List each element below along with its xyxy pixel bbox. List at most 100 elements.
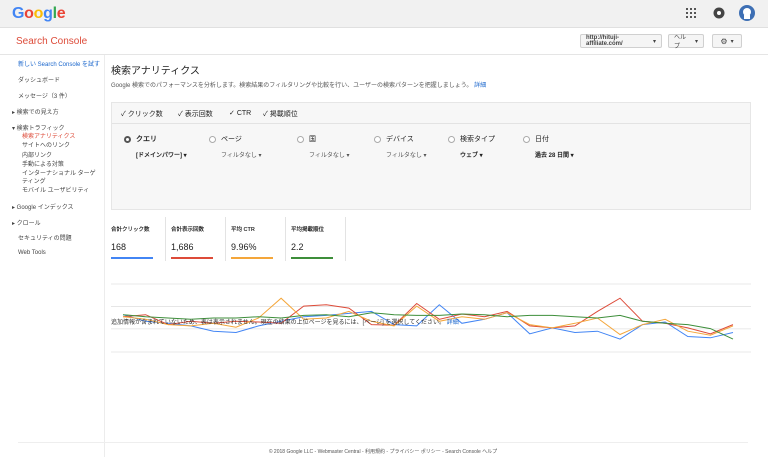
page-title: 検索アナリティクス [111, 66, 200, 77]
dimension-filter-label: フィルタなし [221, 153, 257, 159]
search-console-title[interactable]: Search Console [16, 36, 87, 47]
dimension-filter-label: フィルタなし [386, 153, 422, 159]
sidebar-item[interactable]: 内部リンク [22, 150, 52, 159]
dimension-radio[interactable]: 日付 [523, 134, 549, 144]
dimension-filter-label: 過去 28 日間 [535, 153, 570, 159]
chevron-down-icon: ▾ [256, 153, 262, 159]
sidebar-item[interactable]: Web Tools [18, 250, 46, 256]
dimension-filter[interactable]: フィルタなし ▾ [309, 150, 350, 159]
sidebar: 新しい Search Console を試す ダッシュボードメッセージ（3 件） ▸… [0, 55, 105, 457]
note-text: 追加情報が含まれていないため、表は表示されません。現在の結果の上位ページを見るに… [111, 320, 446, 326]
dimension-label: 国 [309, 136, 316, 143]
table-note: 追加情報が含まれていないため、表は表示されません。現在の結果の上位ページを見るに… [111, 317, 459, 326]
footer: © 2018 Google LLC - Webmaster Central - … [18, 442, 748, 455]
metric-color-bar [291, 257, 333, 259]
dimension-label: クエリ [136, 136, 157, 143]
sidebar-item[interactable]: ▸ 検索での見え方 [12, 107, 59, 116]
sidebar-item[interactable]: 検索アナリティクス [22, 131, 75, 140]
chevron-down-icon: ▾ [478, 153, 483, 159]
radio-icon [523, 135, 530, 143]
filter-panel: ✓ クリック数 ✓ 表示回数 ✓ CTR ✓ 掲載順位 クエリ [ドメインパワー]… [111, 102, 751, 210]
checkbox-clicks[interactable]: ✓ クリック数 [121, 109, 163, 119]
checkbox-position[interactable]: ✓ 掲載順位 [263, 109, 298, 119]
metric-value: 9.96% [231, 242, 257, 252]
google-logo[interactable]: Google [12, 5, 66, 23]
chevron-down-icon: ▾ [344, 153, 350, 159]
metric-label: 合計表示回数 [171, 227, 205, 233]
page-description: Google 検索でのパフォーマンスを分析します。検索結果のフィルタリングや比較… [111, 80, 486, 89]
settings-button[interactable]: ⚙ ▾ [712, 34, 742, 48]
chevron-down-icon: ▾ [730, 38, 734, 45]
dimension-filter-label: [ドメインパワー] [136, 153, 182, 159]
dimension-filter-label: ウェブ [460, 153, 479, 159]
metric-value: 1,686 [171, 242, 194, 252]
metric-label: 平均 CTR [231, 227, 255, 233]
dimension-radio[interactable]: 国 [297, 134, 316, 144]
dimension-radio[interactable]: ページ [209, 134, 242, 144]
chevron-down-icon: ▾ [569, 153, 574, 159]
checkbox-impressions[interactable]: ✓ 表示回数 [178, 109, 213, 119]
help-button[interactable]: ヘルプ ▾ [668, 34, 704, 50]
logo-letter: g [43, 5, 53, 22]
logo-letter: G [12, 5, 25, 22]
metric-card[interactable]: 平均掲載順位 2.2 [291, 217, 346, 261]
sidebar-item[interactable]: ▸ Google インデックス [12, 202, 74, 211]
description-text: Google 検索でのパフォーマンスを分析します。検索結果のフィルタリングや比較… [111, 83, 473, 89]
dimension-label: ページ [221, 136, 242, 143]
dimension-filter[interactable]: 過去 28 日間 ▾ [535, 150, 574, 159]
checkbox-ctr[interactable]: ✓ CTR [229, 109, 251, 117]
metric-label: 平均掲載順位 [291, 227, 325, 233]
site-select-label: http://hituji-affiliate.com/ [586, 35, 623, 47]
metric-card[interactable]: 平均 CTR 9.96% [231, 217, 286, 261]
radio-icon [374, 135, 381, 143]
dimension-label: 検索タイプ [460, 136, 495, 143]
sidebar-item[interactable]: メッセージ（3 件） [18, 91, 71, 100]
logo-letter: o [33, 5, 44, 22]
metric-color-bar [111, 257, 153, 259]
dimension-radio[interactable]: 検索タイプ [448, 134, 495, 144]
metric-card[interactable]: 合計表示回数 1,686 [171, 217, 226, 261]
sidebar-item[interactable]: モバイル ユーザビリティ [22, 185, 89, 194]
notifications-icon[interactable] [710, 4, 728, 22]
help-button-label: ヘルプ [674, 35, 687, 50]
metric-color-bar [231, 257, 273, 259]
dimension-filter[interactable]: ウェブ ▾ [460, 150, 483, 159]
gear-icon: ⚙ [720, 36, 728, 46]
metric-label: 合計クリック数 [111, 227, 150, 233]
sidebar-item[interactable]: ティング [22, 176, 46, 185]
dimension-label: 日付 [535, 136, 549, 143]
sidebar-item[interactable]: 新しい Search Console を試す [18, 59, 100, 68]
dimension-filter[interactable]: フィルタなし ▾ [386, 150, 427, 159]
sidebar-item[interactable]: 手動による対策 [22, 159, 64, 168]
metric-card[interactable]: 合計クリック数 168 [111, 217, 166, 261]
site-selector[interactable]: http://hituji-affiliate.com/ ▾ [580, 34, 662, 48]
metric-value: 168 [111, 242, 127, 252]
details-link[interactable]: 詳細 [474, 83, 486, 89]
note-details-link[interactable]: 詳細 [447, 320, 459, 326]
sidebar-item[interactable]: サイトへのリンク [22, 140, 70, 149]
console-header: Search Console http://hituji-affiliate.c… [0, 28, 768, 55]
chevron-down-icon: ▾ [652, 38, 656, 45]
metric-color-bar [171, 257, 213, 259]
radio-icon [448, 135, 455, 143]
radio-icon [124, 135, 131, 143]
logo-letter: e [56, 5, 66, 22]
dimension-radio[interactable]: クエリ [124, 134, 157, 144]
dimension-label: デバイス [386, 136, 414, 143]
sidebar-item[interactable]: セキュリティの問題 [18, 233, 72, 242]
dimension-filter[interactable]: [ドメインパワー] ▾ [136, 150, 187, 159]
metric-value: 2.2 [291, 242, 304, 252]
main-content: 検索アナリティクス Google 検索でのパフォーマンスを分析します。検索結果の… [105, 55, 768, 457]
dimension-filter-label: フィルタなし [309, 153, 345, 159]
sidebar-item[interactable]: ダッシュボード [18, 75, 60, 84]
chevron-down-icon: ▾ [694, 38, 698, 45]
account-avatar-icon[interactable] [738, 4, 756, 22]
radio-icon [297, 135, 304, 143]
dimension-radio[interactable]: デバイス [374, 134, 414, 144]
chevron-down-icon: ▾ [182, 153, 187, 159]
top-bar: Google [0, 0, 768, 28]
sidebar-item[interactable]: ▸ クロール [12, 218, 41, 227]
dimension-filter[interactable]: フィルタなし ▾ [221, 150, 262, 159]
apps-grid-icon[interactable] [682, 4, 700, 22]
radio-icon [209, 135, 216, 143]
